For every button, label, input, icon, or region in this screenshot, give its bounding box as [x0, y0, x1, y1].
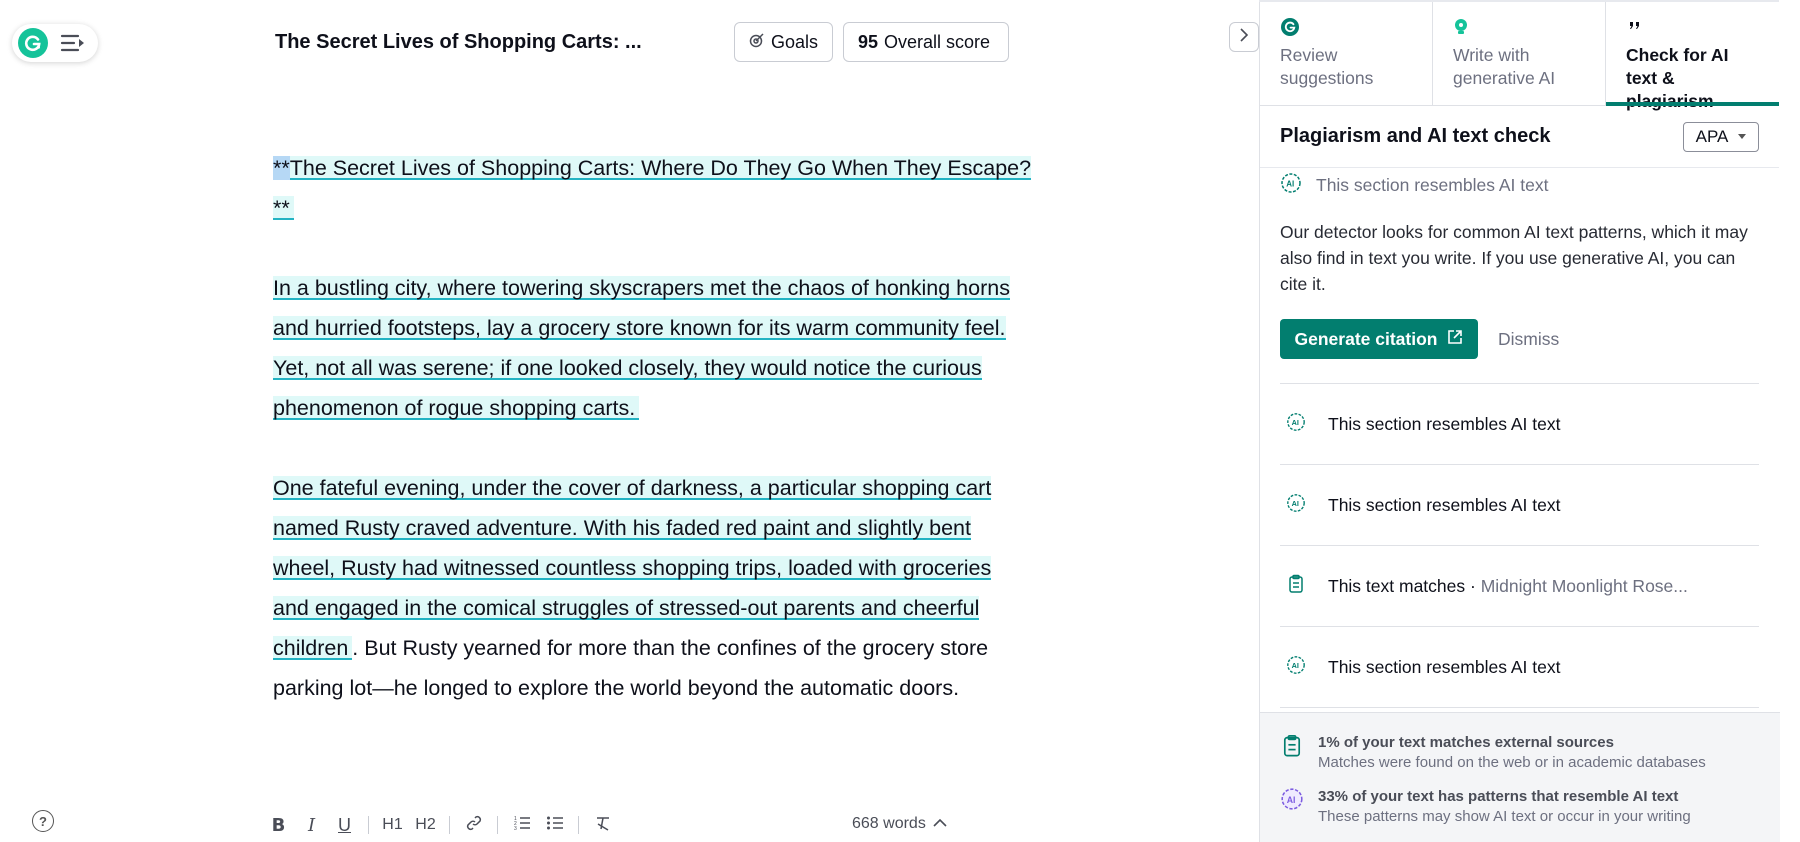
summary-title: 33% of your text has patterns that resem…: [1318, 788, 1679, 805]
score-value: 95: [858, 31, 879, 52]
ai-brain-icon: AI: [1286, 412, 1306, 437]
italic-button[interactable]: I: [295, 815, 328, 836]
summary-title: 1% of your text matches external sources: [1318, 734, 1614, 751]
goals-label: Goals: [771, 31, 819, 52]
generate-citation-label: Generate citation: [1294, 328, 1438, 349]
card-description: Our detector looks for common AI text pa…: [1280, 222, 1748, 294]
result-item[interactable]: AI This section resembles AI text: [1280, 627, 1759, 708]
word-count: 668 words: [852, 815, 926, 832]
results-summary: 1% of your text matches external sources…: [1260, 712, 1780, 842]
panel-tabs: Review suggestions Write with generative…: [1260, 0, 1779, 111]
bold-button[interactable]: B: [262, 815, 295, 836]
citation-style-value: APA: [1695, 126, 1729, 146]
numbered-list-icon[interactable]: 123: [505, 815, 538, 836]
chevron-right-icon: [1239, 27, 1249, 48]
svg-text:AI: AI: [1287, 795, 1296, 805]
bulb-icon: [1453, 16, 1585, 38]
svg-text:AI: AI: [1292, 499, 1299, 508]
paragraph-1[interactable]: In a bustling city, where towering skysc…: [273, 268, 1033, 428]
goals-button[interactable]: Goals: [734, 22, 833, 62]
summary-row-plagiarism: 1% of your text matches external sources…: [1280, 733, 1760, 773]
panel-top-border: [1259, 0, 1779, 2]
link-icon[interactable]: [457, 814, 490, 837]
generate-citation-button[interactable]: Generate citation: [1280, 319, 1478, 359]
tab-review-suggestions[interactable]: Review suggestions: [1260, 0, 1433, 105]
toolbar-divider: [578, 816, 579, 834]
tab-check-ai-plagiarism[interactable]: Check for AI text & plagiarism: [1606, 0, 1779, 111]
result-label: This section resembles AI text: [1328, 656, 1561, 677]
underline-button[interactable]: U: [328, 815, 361, 836]
panel-header: Plagiarism and AI text check APA: [1260, 106, 1779, 168]
collapse-panel-button[interactable]: [1229, 22, 1259, 52]
ai-brain-icon: AI: [1286, 493, 1306, 518]
tab-write-generative-ai[interactable]: Write with generative AI: [1433, 0, 1606, 105]
panel-title: Plagiarism and AI text check: [1280, 125, 1551, 147]
document-editor[interactable]: **The Secret Lives of Shopping Carts: Wh…: [273, 148, 1033, 748]
quote-icon: [1626, 16, 1759, 38]
assistant-panel: Review suggestions Write with generative…: [1259, 0, 1780, 842]
menu-icon[interactable]: [60, 32, 86, 54]
result-label: This text matches ·: [1328, 575, 1481, 596]
selected-text[interactable]: **: [273, 156, 290, 180]
title-text[interactable]: The Secret Lives of Shopping Carts: Wher…: [273, 156, 1031, 220]
dismiss-button[interactable]: Dismiss: [1498, 329, 1559, 350]
toolbar-divider: [497, 816, 498, 834]
citation-style-select[interactable]: APA: [1683, 121, 1759, 152]
tab-label: Write with generative AI: [1453, 45, 1556, 88]
tab-label: Review suggestions: [1280, 45, 1374, 88]
caret-down-icon: [1738, 134, 1747, 139]
result-item[interactable]: AI This section resembles AI text: [1280, 384, 1759, 465]
clipboard-icon: [1286, 574, 1306, 599]
app-logo-pill[interactable]: [12, 24, 98, 62]
toolbar-divider: [449, 816, 450, 834]
ai-highlight-2[interactable]: One fateful evening, under the cover of …: [273, 476, 992, 660]
paragraph-2-rest[interactable]: . But Rusty yearned for more than the co…: [273, 636, 988, 700]
tab-label: Check for AI text & plagiarism: [1626, 45, 1729, 111]
svg-text:3: 3: [514, 826, 517, 831]
chevron-up-icon: [932, 815, 948, 833]
card-actions: Generate citation Dismiss: [1280, 297, 1759, 384]
heading1-button[interactable]: H1: [376, 816, 409, 834]
summary-row-ai: AI 33% of your text has patterns that re…: [1280, 787, 1760, 827]
summary-subtitle: These patterns may show AI text or occur…: [1318, 808, 1691, 825]
ai-brain-icon: AI: [1280, 787, 1306, 827]
result-label: This section resembles AI text: [1328, 413, 1561, 434]
target-icon: [749, 32, 765, 53]
result-item[interactable]: AI This section resembles AI text: [1280, 465, 1759, 546]
svg-text:AI: AI: [1292, 661, 1299, 670]
card-head-label: This section resembles AI text: [1316, 175, 1549, 195]
paragraph-2[interactable]: One fateful evening, under the cover of …: [273, 468, 1033, 708]
external-link-icon: [1447, 329, 1463, 350]
svg-text:AI: AI: [1292, 418, 1299, 427]
bulleted-list-icon[interactable]: [538, 815, 571, 836]
title-paragraph[interactable]: **The Secret Lives of Shopping Carts: Wh…: [273, 148, 1033, 228]
document-title[interactable]: The Secret Lives of Shopping Carts: ...: [275, 31, 642, 54]
clipboard-icon: [1280, 733, 1306, 773]
summary-subtitle: Matches were found on the web or in acad…: [1318, 754, 1706, 771]
toolbar-divider: [368, 816, 369, 834]
match-source: Midnight Moonlight Rose...: [1480, 575, 1688, 596]
score-label: Overall score: [884, 31, 991, 52]
formatting-toolbar: B I U H1 H2 123: [262, 812, 619, 838]
help-icon[interactable]: ?: [32, 810, 54, 832]
clear-formatting-icon[interactable]: [586, 815, 619, 836]
grammarly-logo-icon[interactable]: [18, 28, 48, 58]
result-label: This section resembles AI text: [1328, 494, 1561, 515]
heading2-button[interactable]: H2: [409, 816, 442, 834]
result-item[interactable]: This text matches · Midnight Moonlight R…: [1280, 546, 1759, 627]
ai-highlight-1[interactable]: In a bustling city, where towering skysc…: [273, 276, 1010, 420]
grammarly-icon: [1280, 16, 1412, 38]
svg-text:AI: AI: [1286, 180, 1294, 189]
ai-brain-icon: AI: [1286, 655, 1306, 680]
overall-score-button[interactable]: 95 Overall score: [843, 22, 1009, 62]
word-count-button[interactable]: 668 words: [852, 815, 948, 833]
expanded-card-header[interactable]: AI This section resembles AI text: [1260, 168, 1779, 199]
ai-brain-icon: AI: [1280, 172, 1302, 199]
